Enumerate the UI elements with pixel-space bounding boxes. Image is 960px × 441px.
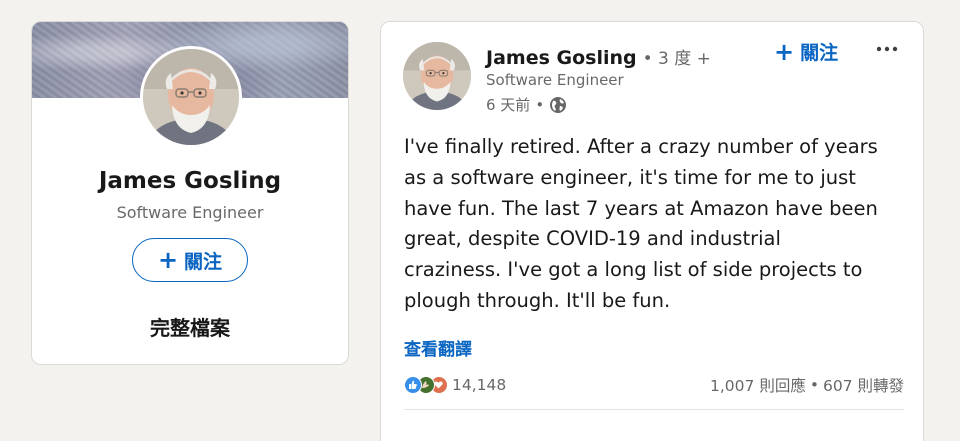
post-text-line: I've finally retired. After a crazy numb… [404,135,878,158]
post-meta: 6 天前 • [486,94,567,115]
see-translation-link[interactable]: 查看翻譯 [404,335,472,360]
profile-follow-button[interactable]: + 關注 [132,238,248,282]
profile-headline: Software Engineer [116,203,264,222]
social-counts: 14,148 1,007 則回應 • 607 則轉發 [404,373,904,397]
post-text-line: craziness. I've got a long list of side … [404,258,863,282]
plus-icon: + [774,37,795,66]
meta-separator: • [535,95,545,114]
post-follow-button[interactable]: + 關注 [774,38,838,65]
connection-degree: • 3 度 + [642,49,711,69]
post-card: James Gosling • 3 度 + Software Engineer … [380,21,924,441]
post-author-name[interactable]: James Gosling [486,47,637,69]
post-text-line: as a software engineer, it's time for me… [404,165,856,189]
plus-icon: + [157,246,179,274]
post-text-line: great, despite COVID-19 and industrial [404,227,781,251]
avatar-photo [143,49,239,145]
like-icon [404,376,422,394]
profile-name[interactable]: James Gosling [32,168,348,194]
post-author-line: James Gosling • 3 度 + [486,44,711,69]
profile-card: James Gosling Software Engineer + 關注 完整檔… [31,21,349,365]
post-text-line: plough through. It'll be fun. [404,288,671,312]
reactions-summary[interactable]: 14,148 [404,376,506,394]
post-text-line: have fun. The last 7 years at Amazon hav… [404,196,878,220]
more-options-button[interactable] [871,34,903,64]
reaction-icons [404,376,448,394]
comments-count[interactable]: 1,007 則回應 [710,374,806,396]
follow-label: 關注 [184,250,223,273]
avatar-photo [403,42,471,110]
post-author-avatar[interactable] [403,42,471,110]
post-author-headline: Software Engineer [486,71,624,89]
globe-icon [550,96,567,113]
counts-separator: • [809,376,819,394]
post-divider [404,409,904,410]
post-body: I've finally retired. After a crazy numb… [404,132,904,317]
full-profile-link[interactable]: 完整檔案 [32,312,348,341]
comments-reposts: 1,007 則回應 • 607 則轉發 [710,374,904,396]
profile-avatar[interactable] [140,46,242,148]
ellipsis-icon [876,46,898,52]
post-time: 6 天前 [486,96,531,114]
follow-label: 關注 [800,42,839,64]
reaction-count: 14,148 [452,376,507,394]
reposts-count[interactable]: 607 則轉發 [823,374,904,396]
